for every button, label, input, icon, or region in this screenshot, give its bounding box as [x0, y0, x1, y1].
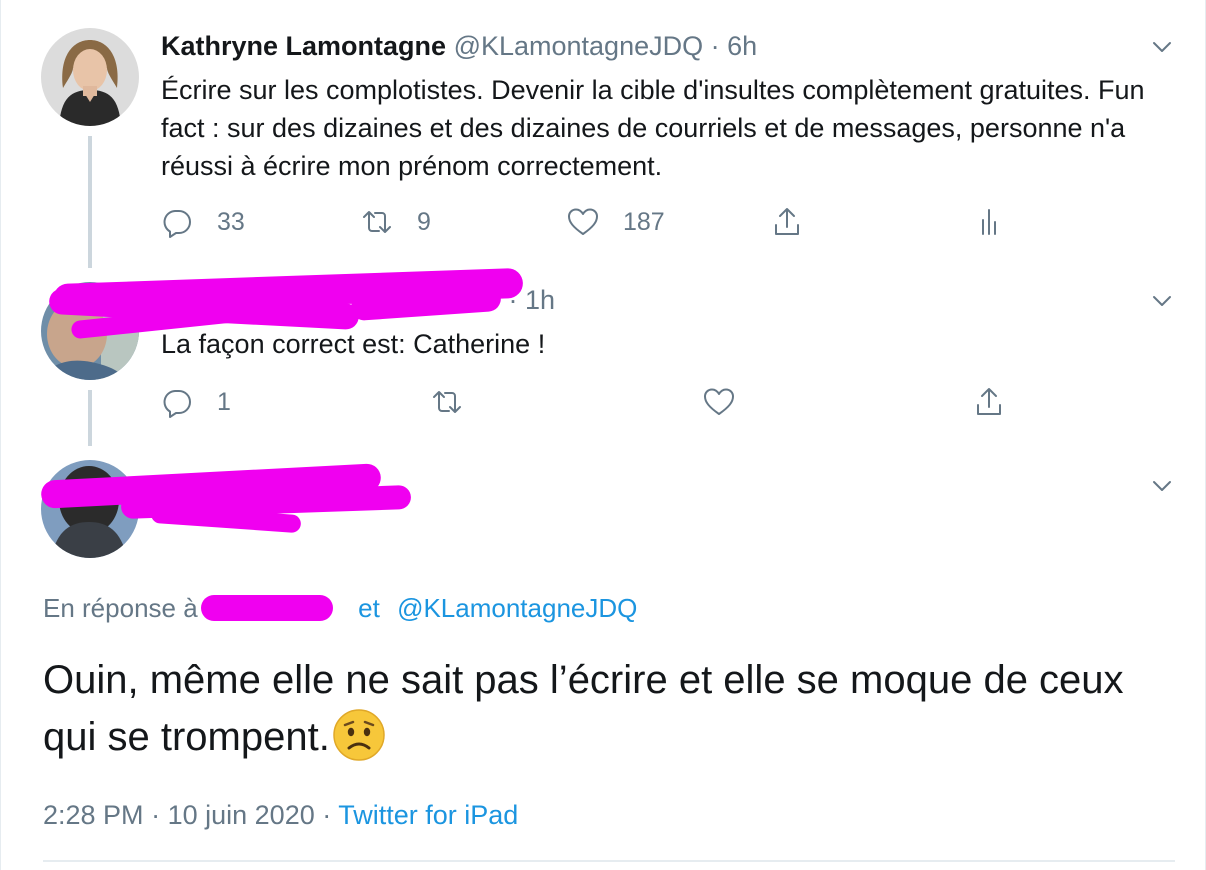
tweet1-text: Écrire sur les complotistes. Devenir la …	[161, 75, 1145, 181]
separator-dot: ·	[322, 800, 332, 830]
tweet1-menu-button[interactable]	[1146, 31, 1178, 63]
retweet-count: 9	[417, 207, 431, 236]
mention-link[interactable]: @KLamontagneJDQ	[397, 593, 637, 623]
retweet-icon	[363, 211, 391, 233]
reply-button[interactable]: 33	[161, 202, 245, 242]
tweet1-header: Kathryne Lamontagne @KLamontagneJDQ · 6h	[161, 30, 757, 62]
tweet-thread: Kathryne Lamontagne @KLamontagneJDQ · 6h…	[0, 0, 1206, 870]
like-button[interactable]	[703, 382, 735, 422]
tweet-date[interactable]: 10 juin 2020	[168, 800, 315, 830]
chevron-down-icon	[1153, 296, 1171, 306]
replying-to: En réponse à et @KLamontagneJDQ	[43, 590, 637, 626]
tweet-source[interactable]: Twitter for iPad	[338, 800, 518, 830]
tweet-time[interactable]: 2:28 PM	[43, 800, 144, 830]
reply-count: 1	[217, 387, 231, 416]
chevron-down-icon	[1153, 42, 1171, 52]
main-tweet-menu-button[interactable]	[1146, 470, 1178, 502]
like-count: 187	[623, 207, 665, 236]
tweet2-text: La façon correct est: Catherine !	[161, 329, 546, 359]
share-icon	[775, 208, 799, 235]
retweet-button[interactable]	[431, 382, 463, 422]
thread-connector	[88, 390, 92, 446]
heart-icon	[568, 208, 598, 235]
separator-dot: ·	[151, 800, 161, 830]
reply-icon	[163, 210, 191, 238]
analytics-button[interactable]	[973, 202, 1005, 242]
avatar-kathryne[interactable]	[41, 28, 139, 126]
redacted-mention	[200, 595, 333, 621]
retweet-button[interactable]: 9	[361, 202, 431, 242]
analytics-icon	[982, 209, 996, 235]
separator-dot: ·	[710, 31, 720, 61]
divider	[43, 860, 1175, 862]
author-handle[interactable]: @KLamontagneJDQ	[454, 31, 704, 61]
retweet-icon	[433, 391, 461, 413]
reply-button[interactable]: 1	[161, 382, 231, 422]
share-icon	[977, 388, 1001, 415]
tweet-timestamp[interactable]: 1h	[525, 285, 555, 315]
thread-connector	[88, 136, 92, 268]
like-button[interactable]: 187	[567, 202, 665, 242]
tweet2-actions: 1	[161, 382, 1021, 422]
share-button[interactable]	[973, 382, 1005, 422]
tweet2-menu-button[interactable]	[1146, 285, 1178, 317]
tweet-meta: 2:28 PM · 10 juin 2020 · Twitter for iPa…	[43, 796, 518, 834]
main-tweet-body: Ouin, même elle ne sait pas l’écrire et …	[43, 658, 1124, 759]
heart-icon	[704, 388, 734, 415]
tweet-timestamp[interactable]: 6h	[727, 31, 757, 61]
tweet1-actions: 33 9 187	[161, 202, 1061, 242]
reply-icon	[163, 390, 191, 418]
share-button[interactable]	[771, 202, 803, 242]
chevron-down-icon	[1153, 481, 1171, 491]
main-tweet-text: Ouin, même elle ne sait pas l’écrire et …	[43, 652, 1163, 765]
reply-prefix: En réponse à	[43, 593, 198, 623]
reply-count: 33	[217, 207, 245, 236]
author-name[interactable]: Kathryne Lamontagne	[161, 31, 446, 61]
reply-and: et	[358, 593, 380, 623]
worried-face-emoji	[333, 709, 385, 761]
